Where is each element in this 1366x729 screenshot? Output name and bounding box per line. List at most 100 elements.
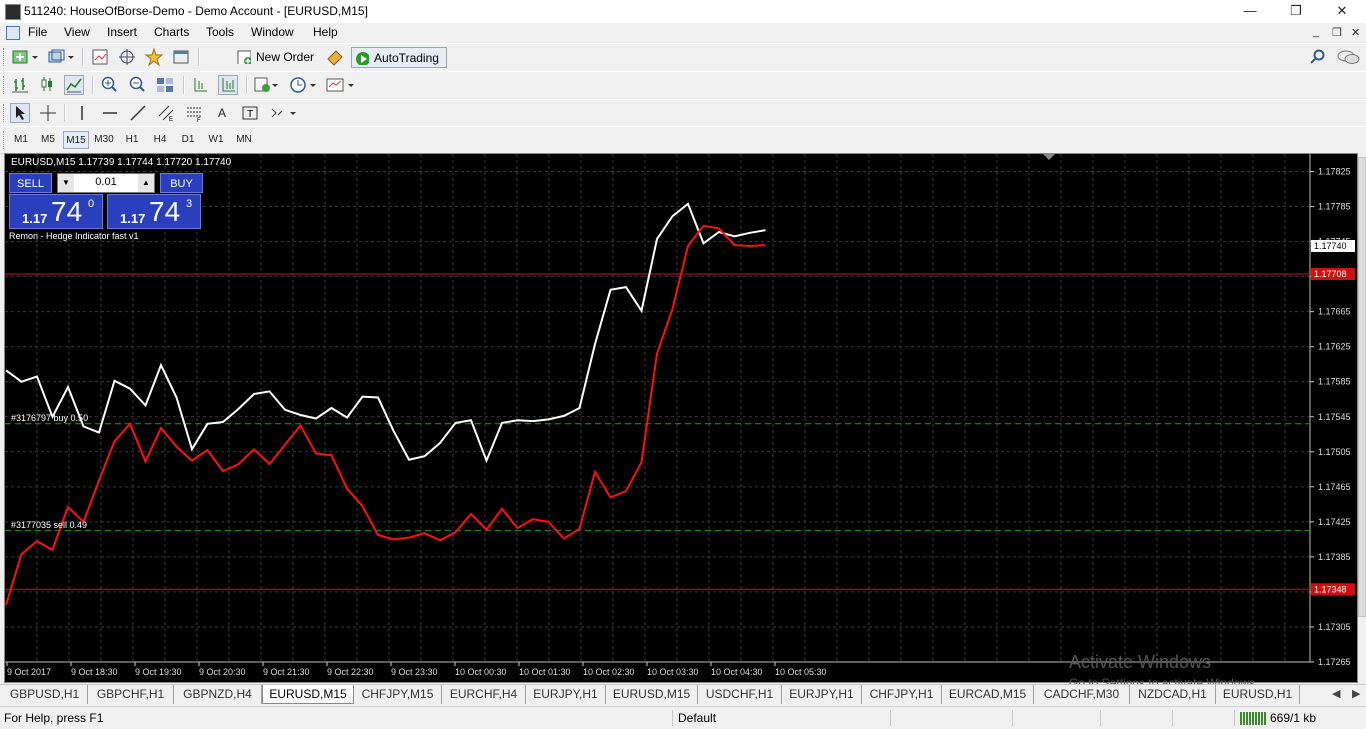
line-chart-icon[interactable] — [64, 75, 84, 95]
chart-window[interactable]: 1.178251.177851.177451.177051.176651.176… — [4, 153, 1358, 683]
timeframe-h4[interactable]: H4 — [147, 131, 173, 149]
lot-decrease-button[interactable]: ▼ — [58, 174, 74, 192]
metaeditor-icon[interactable] — [325, 47, 345, 67]
buy-order-label[interactable]: #3176797 buy 0.50 — [11, 413, 88, 423]
timeframe-w1[interactable]: W1 — [203, 131, 229, 149]
sell-order-label[interactable]: #3177035 sell 0.49 — [11, 520, 87, 530]
chart-tab[interactable]: EURCHF,H4 — [442, 685, 526, 704]
chart-window-icon[interactable] — [6, 26, 20, 40]
price-chart[interactable]: 1.178251.177851.177451.177051.176651.176… — [5, 154, 1357, 682]
toolbar-grip[interactable] — [3, 104, 7, 122]
tabs-scroll-left-icon[interactable]: ◀ — [1332, 687, 1340, 700]
new-chart-icon[interactable] — [10, 47, 40, 67]
buy-price-button[interactable]: 1.17 74 3 — [107, 194, 201, 229]
chart-shift-marker — [1043, 154, 1055, 160]
lot-size-value[interactable]: 0.01 — [76, 176, 136, 188]
zoom-in-icon[interactable] — [99, 75, 119, 95]
menu-file[interactable]: File — [28, 25, 47, 39]
toolbar-grip[interactable] — [3, 48, 7, 66]
timeframe-d1[interactable]: D1 — [175, 131, 201, 149]
chart-tab[interactable]: GBPNZD,H4 — [174, 685, 262, 704]
lot-increase-button[interactable]: ▲ — [138, 174, 154, 192]
zoom-out-icon[interactable] — [127, 75, 147, 95]
sell-button[interactable]: SELL — [9, 173, 52, 193]
menu-window[interactable]: Window — [251, 25, 294, 39]
timeframe-m5[interactable]: M5 — [35, 131, 61, 149]
vertical-scrollbar[interactable] — [1358, 153, 1366, 683]
close-button[interactable]: ✕ — [1319, 0, 1365, 23]
minimize-button[interactable]: — — [1227, 0, 1273, 23]
arrows-icon[interactable] — [268, 103, 298, 123]
chart-tab[interactable]: NZDCAD,H1 — [1130, 685, 1216, 704]
chart-tab[interactable]: EURJPY,H1 — [526, 685, 606, 704]
horizontal-line-icon[interactable] — [100, 103, 120, 123]
chart-shift-icon[interactable] — [190, 75, 210, 95]
buy-button[interactable]: BUY — [160, 173, 203, 193]
menu-tools[interactable]: Tools — [206, 25, 234, 39]
market-watch-icon[interactable] — [90, 47, 110, 67]
y-tick-label: 1.17385 — [1318, 552, 1351, 562]
tile-windows-icon[interactable] — [155, 75, 175, 95]
profiles-icon[interactable] — [46, 47, 76, 67]
search-icon[interactable] — [1308, 47, 1328, 67]
data-window-icon[interactable] — [117, 47, 137, 67]
templates-icon[interactable] — [325, 75, 357, 95]
chart-tab[interactable]: CHFJPY,H1 — [862, 685, 942, 704]
mdi-close-button[interactable]: ✕ — [1351, 26, 1360, 39]
auto-scroll-icon[interactable] — [218, 75, 238, 95]
cursor-icon[interactable] — [10, 103, 30, 123]
sell-price-button[interactable]: 1.17 74 0 — [9, 194, 103, 229]
chart-tab[interactable]: EURCAD,M15 — [942, 685, 1034, 704]
trendline-icon[interactable] — [128, 103, 148, 123]
mdi-restore-button[interactable]: ❐ — [1332, 26, 1342, 39]
menu-view[interactable]: View — [64, 25, 90, 39]
navigator-icon[interactable] — [144, 47, 164, 67]
new-order-icon — [237, 50, 251, 64]
chart-tab-active[interactable]: EURUSD,M15 — [262, 685, 354, 704]
timeframe-m30[interactable]: M30 — [91, 131, 117, 149]
equidistant-channel-icon[interactable]: E — [156, 103, 176, 123]
new-order-button[interactable]: New Order — [234, 47, 320, 68]
tabs-scroll-right-icon[interactable]: ▶ — [1352, 687, 1360, 700]
x-tick-label: 10 Oct 04:30 — [711, 667, 763, 677]
svg-text:E: E — [169, 117, 173, 123]
menu-insert[interactable]: Insert — [107, 25, 137, 39]
x-tick-label: 10 Oct 00:30 — [455, 667, 507, 677]
chart-tab[interactable]: CADCHF,M30 — [1034, 685, 1130, 704]
chart-tab[interactable]: EURUSD,M15 — [606, 685, 698, 704]
vertical-line-icon[interactable] — [72, 103, 92, 123]
lot-size-field[interactable]: ▼ 0.01 ▲ — [57, 173, 155, 193]
bar-chart-icon[interactable] — [10, 75, 30, 95]
chart-tab[interactable]: GBPUSD,H1 — [2, 685, 88, 704]
chart-tab[interactable]: EURUSD,H1 — [1216, 685, 1300, 704]
autotrading-icon — [356, 52, 369, 65]
menu-charts[interactable]: Charts — [154, 25, 189, 39]
toolbar-grip[interactable] — [3, 131, 7, 149]
chart-tab[interactable]: GBPCHF,H1 — [88, 685, 174, 704]
fibonacci-icon[interactable]: F — [184, 103, 204, 124]
scrollbar-thumb[interactable] — [1358, 157, 1366, 617]
x-tick-label: 10 Oct 03:30 — [647, 667, 699, 677]
indicators-icon[interactable] — [253, 75, 281, 95]
periods-icon[interactable] — [288, 75, 318, 95]
menu-help[interactable]: Help — [313, 25, 338, 39]
mdi-minimize-button[interactable]: _ — [1313, 26, 1319, 38]
timeframe-mn[interactable]: MN — [231, 131, 257, 149]
chart-tab[interactable]: CHFJPY,M15 — [354, 685, 442, 704]
chat-icon[interactable] — [1336, 47, 1362, 67]
toolbar-grip[interactable] — [3, 76, 7, 94]
chart-tab[interactable]: EURJPY,H1 — [782, 685, 862, 704]
autotrading-button[interactable]: AutoTrading — [351, 47, 447, 68]
text-label-icon[interactable]: T — [240, 103, 260, 123]
timeframe-h1[interactable]: H1 — [119, 131, 145, 149]
text-icon[interactable]: A — [212, 103, 232, 123]
terminal-icon[interactable] — [171, 47, 191, 67]
activation-watermark-title: Activate Windows — [1069, 652, 1212, 672]
crosshair-icon[interactable] — [38, 103, 58, 123]
candlestick-icon[interactable] — [37, 75, 57, 95]
buy-price-big: 74 — [149, 196, 181, 227]
timeframe-m15[interactable]: M15 — [63, 131, 89, 149]
chart-tab[interactable]: USDCHF,H1 — [698, 685, 782, 704]
maximize-button[interactable]: ❐ — [1273, 0, 1319, 23]
timeframe-m1[interactable]: M1 — [8, 131, 34, 149]
